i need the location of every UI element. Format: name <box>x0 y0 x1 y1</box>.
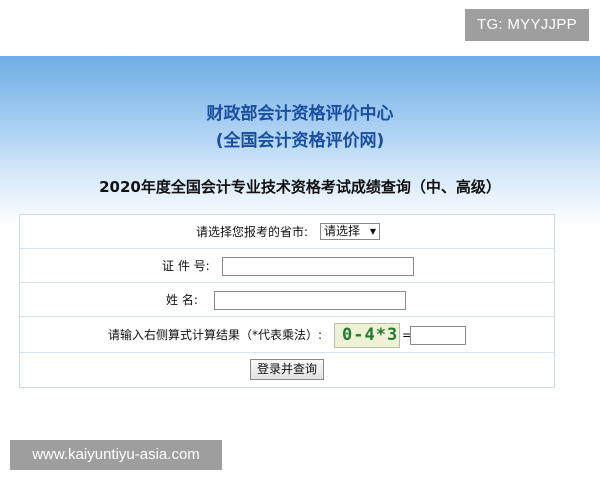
province-label: 请选择您报考的省市: <box>196 225 309 239</box>
form-row-name: 姓 名: <box>20 283 554 317</box>
org-site-subtitle: (全国会计资格评价网) <box>215 131 385 151</box>
captcha-image[interactable]: 0-4*3 <box>334 323 400 348</box>
captcha-text: 0-4*3 <box>342 325 399 345</box>
captcha-answer-input[interactable] <box>410 326 466 345</box>
watermark-badge-top: TG: MYYJJPP <box>465 9 589 41</box>
captcha-label: 请输入右侧算式计算结果（*代表乘法）: <box>108 328 323 342</box>
dropdown-arrow-icon: ▼ <box>369 227 376 236</box>
form-row-captcha: 请输入右侧算式计算结果（*代表乘法）: 0-4*3 = <box>20 317 554 353</box>
login-query-button[interactable]: 登录并查询 <box>250 359 324 380</box>
query-form: 请选择您报考的省市: 请选择 ▼ 证 件 号: 姓 名: 请输入右侧算式计算结果… <box>19 214 555 388</box>
form-row-id: 证 件 号: <box>20 249 554 283</box>
form-row-submit: 登录并查询 <box>20 353 554 387</box>
page-title: 2020年度全国会计专业技术资格考试成绩查询（中、高级） <box>99 178 501 196</box>
form-row-province: 请选择您报考的省市: 请选择 ▼ <box>20 215 554 249</box>
province-select[interactable]: 请选择 ▼ <box>320 223 380 240</box>
province-select-value: 请选择 <box>324 224 361 238</box>
id-number-label: 证 件 号: <box>162 259 210 273</box>
watermark-badge-bottom: www.kaiyuntiyu-asia.com <box>10 440 222 470</box>
id-number-input[interactable] <box>222 257 414 276</box>
org-title: 财政部会计资格评价中心 <box>206 104 394 124</box>
name-label: 姓 名: <box>166 293 198 307</box>
name-input[interactable] <box>214 291 406 310</box>
